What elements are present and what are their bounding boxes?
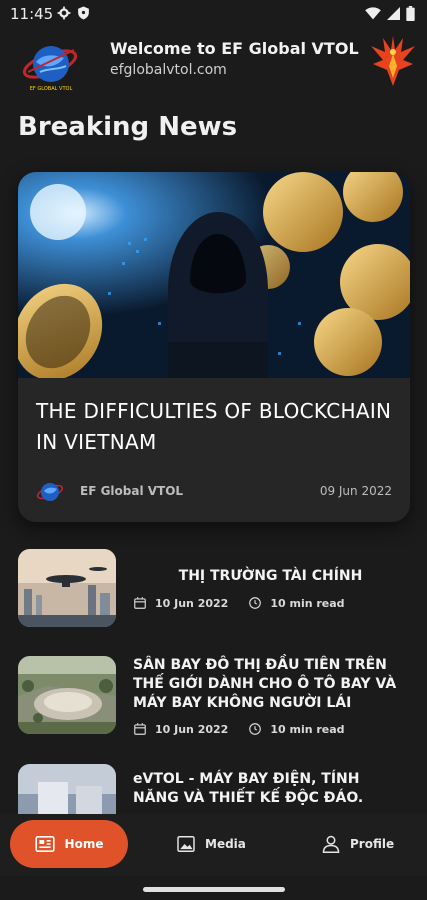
- news-read-time: 10 min read: [270, 722, 345, 736]
- author-avatar: [36, 483, 64, 501]
- nav-home-label: Home: [64, 837, 104, 851]
- ef-global-logo: EF GLOBAL VTOL: [22, 46, 78, 92]
- settings-icon: [57, 6, 71, 20]
- clock-icon: [249, 597, 262, 609]
- calendar-icon: [134, 597, 146, 609]
- news-date: 10 Jun 2022: [155, 722, 229, 736]
- featured-date: 09 Jun 2022: [319, 484, 392, 498]
- svg-text:EF GLOBAL VTOL: EF GLOBAL VTOL: [30, 86, 73, 92]
- person-icon: [322, 835, 340, 853]
- nav-media-label: Media: [205, 837, 246, 851]
- featured-news-card[interactable]: THE DIFFICULTIES OF BLOCKCHAIN IN VIETNA…: [18, 172, 410, 522]
- news-icon: [34, 836, 55, 852]
- news-thumbnail: [18, 656, 116, 734]
- nav-media-button[interactable]: Media: [177, 820, 246, 868]
- news-list-item[interactable]: SÂN BAY ĐÔ THỊ ĐẦU TIÊN TRÊN THẾ GIỚI DÀ…: [18, 656, 410, 746]
- nav-profile-button[interactable]: Profile: [322, 820, 394, 868]
- news-meta: 10 Jun 2022 10 min read: [133, 722, 345, 736]
- news-title: THỊ TRƯỜNG TÀI CHÍNH: [178, 568, 363, 584]
- news-thumbnail: [18, 549, 116, 627]
- calendar-icon: [134, 723, 146, 735]
- clock-icon: [249, 723, 262, 735]
- status-time: 11:45: [10, 5, 54, 23]
- app-header: EF GLOBAL VTOL Welcome to EF Global VTOL…: [0, 28, 427, 98]
- bottom-navigation: Home Media Profile: [0, 814, 427, 876]
- battery-icon: [406, 6, 415, 21]
- shield-icon: [78, 6, 89, 20]
- phoenix-icon: [371, 36, 415, 86]
- nav-home-button[interactable]: Home: [10, 820, 128, 868]
- news-read-time: 10 min read: [270, 596, 345, 610]
- header-title: Welcome to EF Global VTOL: [110, 39, 359, 58]
- news-meta: 10 Jun 2022 10 min read: [133, 596, 345, 610]
- featured-image: [18, 172, 410, 378]
- section-title: Breaking News: [18, 112, 238, 142]
- signal-icon: [387, 7, 400, 20]
- image-icon: [177, 836, 195, 852]
- news-title: eVTOL - MÁY BAY ĐIỆN, TÍNH NĂNG VÀ THIẾT…: [133, 771, 364, 806]
- header-subtitle: efglobalvtol.com: [110, 62, 227, 78]
- news-title: SÂN BAY ĐÔ THỊ ĐẦU TIÊN TRÊN THẾ GIỚI DÀ…: [133, 657, 397, 711]
- featured-headline: THE DIFFICULTIES OF BLOCKCHAIN IN VIETNA…: [36, 399, 392, 454]
- nav-profile-label: Profile: [350, 837, 395, 851]
- news-date: 10 Jun 2022: [155, 596, 229, 610]
- wifi-icon: [365, 7, 381, 20]
- news-list-item[interactable]: THỊ TRƯỜNG TÀI CHÍNH 10 Jun 2022 10 min …: [18, 549, 410, 639]
- gesture-handle[interactable]: [143, 887, 285, 892]
- featured-author: EF Global VTOL: [80, 484, 184, 498]
- status-bar: 11:45: [0, 0, 427, 28]
